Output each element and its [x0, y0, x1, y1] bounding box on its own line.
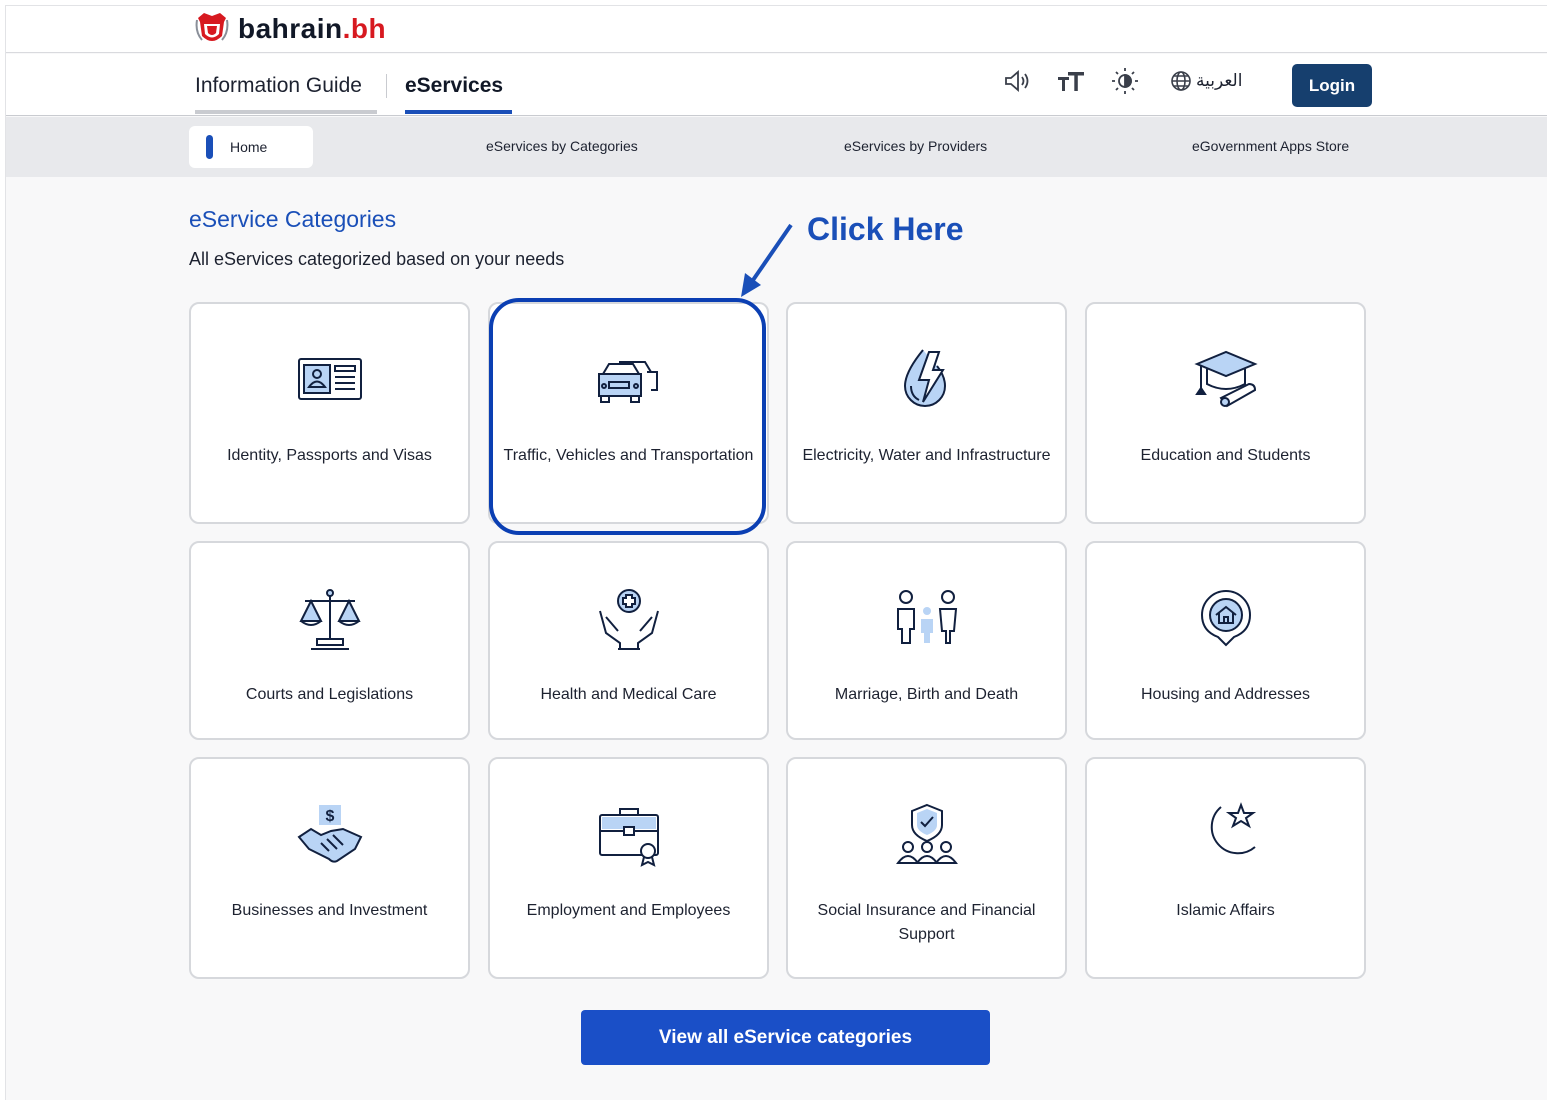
- main-nav: Information Guide eServices العربية Logi…: [6, 54, 1547, 116]
- subnav-home-label: Home: [230, 139, 268, 155]
- speaker-icon[interactable]: [1002, 66, 1032, 96]
- category-card-health[interactable]: Health and Medical Care: [488, 541, 769, 740]
- category-card-traffic[interactable]: Traffic, Vehicles and Transportation: [488, 302, 769, 524]
- tab-label: eServices: [405, 74, 504, 97]
- category-label: Health and Medical Care: [540, 686, 717, 703]
- graduation-cap-icon: [1087, 348, 1364, 410]
- globe-icon: [1171, 71, 1191, 91]
- house-pin-icon: [1087, 587, 1364, 649]
- category-label: Electricity, Water and Infrastructure: [802, 447, 1051, 464]
- tab-active-underline: [405, 110, 512, 114]
- section-title: eService Categories: [189, 206, 397, 232]
- subnav-egovernment-apps-store[interactable]: eGovernment Apps Store: [1192, 138, 1349, 154]
- id-card-icon: [191, 356, 468, 402]
- sub-nav: Home eServices by Categories eServices b…: [6, 117, 1547, 177]
- active-indicator: [206, 135, 213, 159]
- click-here-annotation: Click Here: [807, 211, 964, 247]
- handshake-icon: $: [191, 803, 468, 865]
- page-frame: bahrain.bh Information Guide eServices ا…: [5, 5, 1547, 1100]
- category-label: Housing and Addresses: [1141, 686, 1310, 703]
- briefcase-icon: [490, 805, 767, 867]
- scales-icon: [191, 587, 468, 651]
- annotation-arrow-icon: [741, 223, 793, 297]
- tab-information-guide[interactable]: Information Guide: [195, 74, 377, 114]
- text-size-icon[interactable]: [1056, 66, 1086, 96]
- svg-text:$: $: [325, 808, 334, 825]
- category-label: Employment and Employees: [526, 902, 731, 919]
- health-hands-icon: [490, 587, 767, 651]
- category-card-identity[interactable]: Identity, Passports and Visas: [189, 302, 470, 524]
- tab-label: Information Guide: [195, 74, 362, 97]
- view-all-categories-button[interactable]: View all eService categories: [581, 1010, 990, 1065]
- crescent-star-icon: [1087, 801, 1364, 865]
- category-card-housing[interactable]: Housing and Addresses: [1085, 541, 1366, 740]
- category-card-electricity[interactable]: Electricity, Water and Infrastructure: [786, 302, 1067, 524]
- category-label: Courts and Legislations: [245, 686, 414, 703]
- category-label: Businesses and Investment: [231, 902, 428, 919]
- category-label: Identity, Passports and Visas: [227, 447, 432, 464]
- category-label: Social Insurance and Financial Support: [817, 902, 1036, 943]
- subnav-eservices-by-providers[interactable]: eServices by Providers: [844, 138, 987, 154]
- subnav-eservices-by-categories[interactable]: eServices by Categories: [486, 138, 638, 154]
- category-card-marriage[interactable]: Marriage, Birth and Death: [786, 541, 1067, 740]
- brand-bar: bahrain.bh: [6, 6, 1547, 53]
- logo-wordmark: bahrain.bh: [238, 13, 387, 44]
- accessibility-tools: العربية: [1002, 66, 1242, 96]
- category-card-businesses[interactable]: $ Businesses and Investment: [189, 757, 470, 979]
- category-label: Traffic, Vehicles and Transportation: [503, 447, 754, 464]
- shield-people-icon: [788, 803, 1065, 865]
- category-label: Islamic Affairs: [1176, 902, 1275, 919]
- language-switch[interactable]: العربية: [1170, 70, 1242, 92]
- tab-underline: [195, 110, 377, 114]
- bahrain-emblem-icon: [195, 13, 229, 41]
- category-label: Education and Students: [1140, 447, 1311, 464]
- family-icon: [788, 589, 1065, 649]
- category-card-social-insurance[interactable]: Social Insurance and Financial Support: [786, 757, 1067, 979]
- cars-icon: [490, 356, 767, 404]
- category-card-education[interactable]: Education and Students: [1085, 302, 1366, 524]
- water-electricity-icon: [788, 346, 1065, 410]
- section-subtitle: All eServices categorized based on your …: [189, 249, 565, 269]
- language-label: العربية: [1196, 71, 1243, 90]
- category-card-employment[interactable]: Employment and Employees: [488, 757, 769, 979]
- contrast-icon[interactable]: [1110, 66, 1140, 96]
- category-card-islamic-affairs[interactable]: Islamic Affairs: [1085, 757, 1366, 979]
- tab-divider: [386, 74, 387, 98]
- category-label: Marriage, Birth and Death: [834, 686, 1019, 703]
- subnav-home[interactable]: Home: [189, 126, 313, 168]
- category-card-courts[interactable]: Courts and Legislations: [189, 541, 470, 740]
- login-button[interactable]: Login: [1292, 64, 1372, 107]
- site-logo[interactable]: bahrain.bh: [194, 10, 386, 48]
- tab-eservices[interactable]: eServices: [405, 74, 512, 114]
